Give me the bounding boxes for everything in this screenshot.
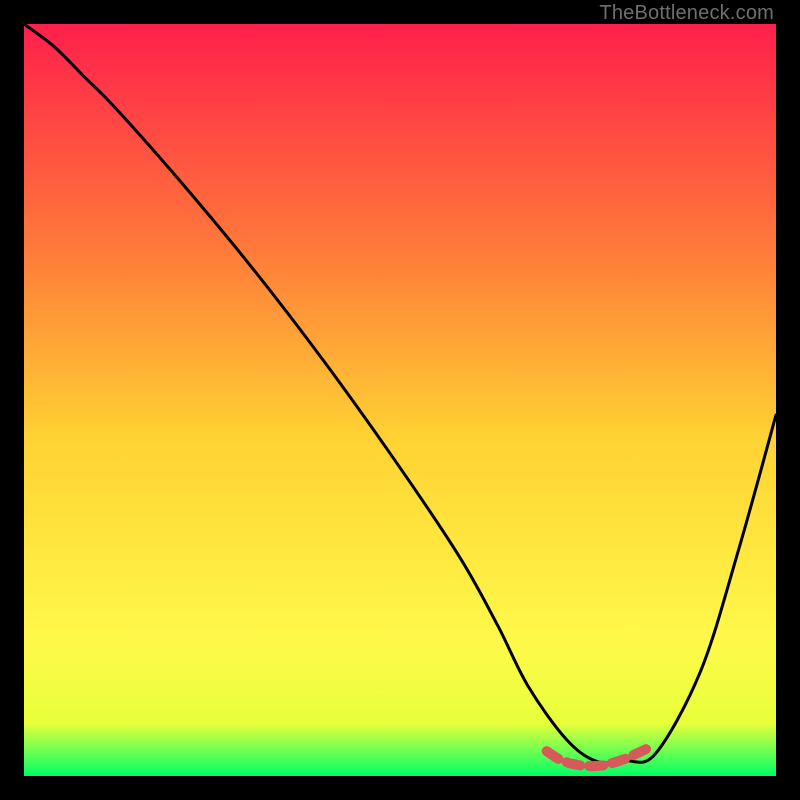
gradient-background <box>24 24 776 776</box>
bottleneck-chart <box>24 24 776 776</box>
watermark-text: TheBottleneck.com <box>599 2 774 25</box>
chart-frame <box>24 24 776 776</box>
